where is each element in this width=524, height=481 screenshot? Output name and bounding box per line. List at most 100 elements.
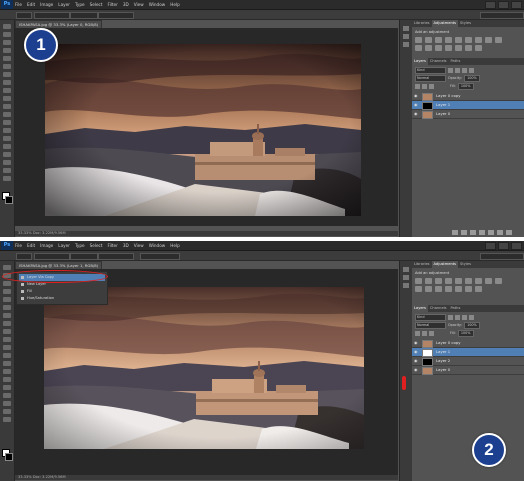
menu-help[interactable]: Help: [170, 241, 180, 250]
tab-libraries[interactable]: Libraries: [412, 20, 432, 27]
type-filter-icon[interactable]: [462, 314, 467, 320]
layer-name[interactable]: Layer 0 copy: [436, 339, 460, 347]
layer-name[interactable]: Layer 1: [436, 101, 450, 109]
path-select-tool-icon[interactable]: [3, 393, 11, 398]
gradient-map-icon[interactable]: [465, 286, 472, 292]
pen-tool-icon[interactable]: [3, 377, 11, 382]
eyedropper-tool-icon[interactable]: [3, 305, 11, 310]
menu-select[interactable]: Select: [90, 241, 103, 250]
color-balance-icon[interactable]: [475, 278, 482, 284]
tab-paths[interactable]: Paths: [449, 305, 463, 312]
crop-tool-icon[interactable]: [3, 56, 11, 61]
fill-input[interactable]: 100%: [457, 82, 474, 90]
maximize-button[interactable]: [498, 242, 509, 250]
brush-panel-icon[interactable]: [403, 42, 409, 47]
visibility-eye-icon[interactable]: ◉: [414, 112, 419, 116]
kind-filter-select[interactable]: Kind: [415, 313, 446, 321]
tool-preset-picker[interactable]: [16, 253, 32, 260]
menu-image[interactable]: Image: [40, 0, 53, 9]
layer-name[interactable]: Layer 2: [436, 357, 450, 365]
healing-brush-tool-icon[interactable]: [3, 72, 11, 77]
menu-3d[interactable]: 3D: [123, 0, 129, 9]
new-layer-icon[interactable]: [497, 230, 503, 235]
layer-row-selected[interactable]: ◉ Layer 1: [412, 101, 524, 110]
layer-row[interactable]: ◉ Layer 0 copy: [412, 339, 524, 348]
pen-tool-icon[interactable]: [3, 136, 11, 141]
menu-type[interactable]: Type: [75, 241, 85, 250]
move-tool-icon[interactable]: [3, 24, 11, 29]
pixel-filter-icon[interactable]: [448, 314, 453, 320]
blur-tool-icon[interactable]: [3, 120, 11, 125]
clone-stamp-tool-icon[interactable]: [3, 329, 11, 334]
blend-mode-select[interactable]: Normal: [415, 74, 446, 82]
option-field[interactable]: [140, 253, 180, 260]
close-button[interactable]: [511, 1, 522, 9]
history-brush-tool-icon[interactable]: [3, 96, 11, 101]
menu-help[interactable]: Help: [170, 0, 180, 9]
adjustment-filter-icon[interactable]: [455, 314, 460, 320]
option-field[interactable]: [98, 12, 134, 19]
new-group-icon[interactable]: [488, 230, 494, 235]
menu-window[interactable]: Window: [149, 0, 166, 9]
hue-saturation-icon[interactable]: [465, 37, 472, 43]
selective-color-icon[interactable]: [475, 45, 482, 51]
layer-row[interactable]: ◉ Layer 0: [412, 366, 524, 375]
lasso-tool-icon[interactable]: [3, 40, 11, 45]
channel-mixer-icon[interactable]: [415, 45, 422, 51]
photo-filter-icon[interactable]: [495, 278, 502, 284]
menu-edit[interactable]: Edit: [27, 241, 35, 250]
tab-paths[interactable]: Paths: [449, 58, 463, 65]
menu-filter[interactable]: Filter: [107, 0, 117, 9]
menu-file[interactable]: File: [15, 241, 22, 250]
quick-select-tool-icon[interactable]: [3, 289, 11, 294]
option-field[interactable]: [34, 12, 70, 19]
delete-layer-icon[interactable]: [506, 230, 512, 235]
selective-color-icon[interactable]: [475, 286, 482, 292]
black-white-icon[interactable]: [485, 278, 492, 284]
zoom-tool-icon[interactable]: [3, 417, 11, 422]
option-field[interactable]: [70, 12, 98, 19]
kind-filter-select[interactable]: Kind: [415, 66, 446, 74]
tab-adjustments[interactable]: Adjustments: [431, 261, 459, 268]
vibrance-icon[interactable]: [455, 37, 462, 43]
tool-preset-picker[interactable]: [16, 12, 32, 19]
menu-window[interactable]: Window: [149, 241, 166, 250]
menu-filter[interactable]: Filter: [107, 241, 117, 250]
photo-filter-icon[interactable]: [495, 37, 502, 43]
new-adjustment-icon[interactable]: [479, 230, 485, 235]
path-select-tool-icon[interactable]: [3, 152, 11, 157]
healing-brush-tool-icon[interactable]: [3, 313, 11, 318]
clone-stamp-tool-icon[interactable]: [3, 88, 11, 93]
invert-icon[interactable]: [435, 45, 442, 51]
crop-tool-icon[interactable]: [3, 297, 11, 302]
hue-saturation-icon[interactable]: [465, 278, 472, 284]
layer-name[interactable]: Layer 0: [436, 110, 450, 118]
quick-select-tool-icon[interactable]: [3, 48, 11, 53]
tab-libraries[interactable]: Libraries: [412, 261, 432, 268]
vibrance-icon[interactable]: [455, 278, 462, 284]
visibility-eye-icon[interactable]: ◉: [414, 350, 419, 354]
move-tool-icon[interactable]: [3, 265, 11, 270]
tab-styles[interactable]: Styles: [458, 20, 473, 27]
dodge-tool-icon[interactable]: [3, 128, 11, 133]
shape-filter-icon[interactable]: [469, 67, 474, 73]
tab-channels[interactable]: Channels: [428, 58, 449, 65]
menu-select[interactable]: Select: [90, 0, 103, 9]
maximize-button[interactable]: [498, 1, 509, 9]
brush-tool-icon[interactable]: [3, 321, 11, 326]
layer-row[interactable]: ◉ Layer 0 copy: [412, 92, 524, 101]
lasso-tool-icon[interactable]: [3, 281, 11, 286]
zoom-tool-icon[interactable]: [3, 176, 11, 181]
posterize-icon[interactable]: [445, 45, 452, 51]
lock-pixels-icon[interactable]: [415, 330, 420, 336]
curves-icon[interactable]: [435, 278, 442, 284]
marquee-tool-icon[interactable]: [3, 32, 11, 37]
invert-icon[interactable]: [435, 286, 442, 292]
color-lookup-icon[interactable]: [425, 286, 432, 292]
tab-styles[interactable]: Styles: [458, 261, 473, 268]
history-panel-icon[interactable]: [403, 26, 409, 31]
menu-image[interactable]: Image: [40, 241, 53, 250]
shape-tool-icon[interactable]: [3, 401, 11, 406]
menu-layer[interactable]: Layer: [58, 0, 70, 9]
menu-view[interactable]: View: [134, 241, 144, 250]
